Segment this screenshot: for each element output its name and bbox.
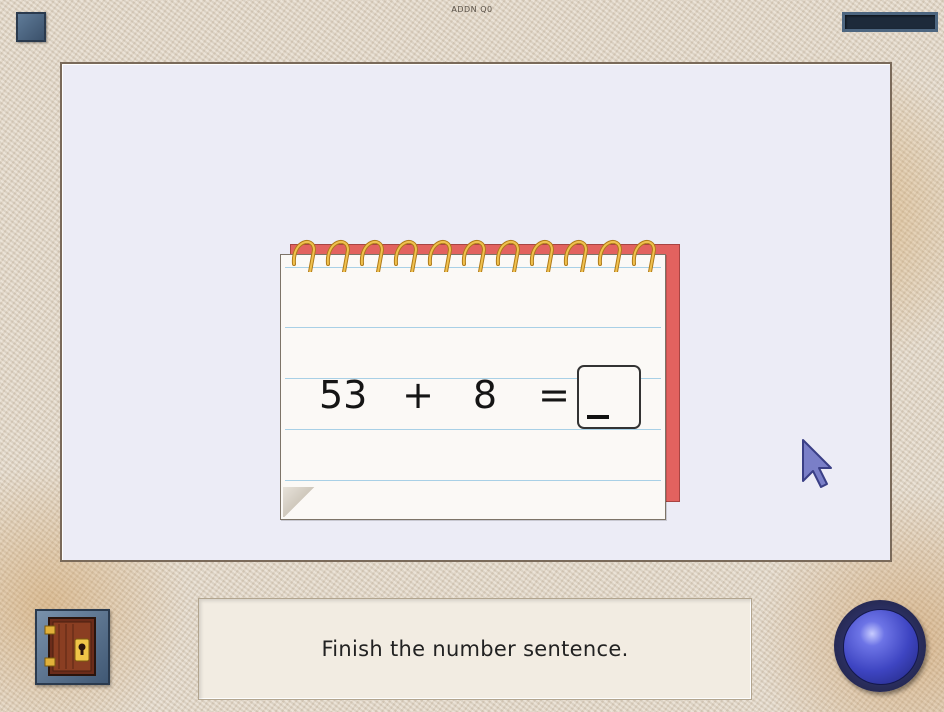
- operand-2: 8: [472, 373, 498, 417]
- instruction-panel: Finish the number sentence.: [198, 598, 752, 700]
- blue-orb-icon: [843, 609, 919, 685]
- menu-square-button[interactable]: [16, 12, 46, 42]
- progress-bar: [842, 12, 938, 32]
- answer-input[interactable]: [577, 365, 641, 429]
- mouse-pointer-icon: [802, 439, 832, 488]
- number-sentence: 53 + 8 =: [319, 365, 589, 425]
- operand-1: 53: [319, 373, 368, 417]
- notepad-page: 53 + 8 =: [280, 254, 666, 520]
- door-icon: [44, 617, 96, 676]
- go-button[interactable]: [834, 600, 926, 692]
- instruction-text: Finish the number sentence.: [321, 637, 629, 661]
- page-curl: [283, 487, 315, 517]
- exit-door-button[interactable]: [35, 609, 110, 685]
- operator: +: [402, 373, 434, 417]
- text-cursor: [587, 415, 609, 419]
- window-title: ADDN Q0: [451, 5, 493, 14]
- spiral-rings: [291, 239, 657, 272]
